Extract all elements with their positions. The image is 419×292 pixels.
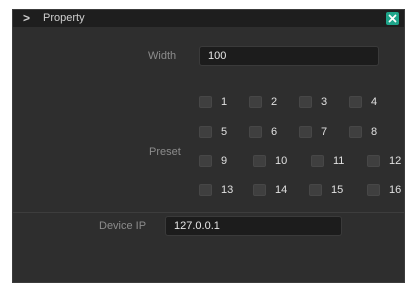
preset-checkbox[interactable] — [367, 155, 380, 167]
preset-checkbox[interactable] — [199, 155, 212, 167]
separator — [13, 212, 404, 213]
width-input[interactable]: 100 — [199, 46, 379, 66]
preset-option-5[interactable]: 5 — [199, 125, 227, 139]
property-panel: > Property Width 100 Preset 1 2 3 4 5 6 7 8 9 10 1… — [12, 9, 405, 283]
preset-option-label: 3 — [321, 96, 328, 108]
preset-checkbox[interactable] — [253, 155, 266, 167]
preset-option-label: 10 — [275, 155, 288, 167]
preset-checkbox[interactable] — [199, 184, 212, 196]
preset-option-label: 9 — [221, 155, 228, 167]
preset-option-4[interactable]: 4 — [349, 95, 377, 109]
preset-option-15[interactable]: 15 — [309, 183, 343, 197]
preset-option-label: 1 — [221, 96, 228, 108]
preset-checkbox[interactable] — [299, 126, 312, 138]
preset-checkbox[interactable] — [311, 155, 324, 167]
preset-checkbox[interactable] — [349, 96, 362, 108]
preset-checkbox[interactable] — [199, 96, 212, 108]
preset-option-8[interactable]: 8 — [349, 125, 377, 139]
preset-checkbox[interactable] — [299, 96, 312, 108]
preset-option-12[interactable]: 12 — [367, 154, 401, 168]
preset-checkbox[interactable] — [309, 184, 322, 196]
width-label: Width — [148, 50, 177, 62]
preset-option-label: 14 — [275, 184, 288, 196]
device-ip-input[interactable]: 127.0.0.1 — [165, 216, 342, 236]
preset-option-2[interactable]: 2 — [249, 95, 277, 109]
preset-option-10[interactable]: 10 — [253, 154, 287, 168]
preset-option-label: 2 — [271, 96, 278, 108]
preset-option-16[interactable]: 16 — [367, 183, 401, 197]
preset-option-6[interactable]: 6 — [249, 125, 277, 139]
preset-option-label: 11 — [333, 155, 345, 167]
close-button[interactable] — [386, 12, 399, 25]
preset-checkbox[interactable] — [249, 126, 262, 138]
preset-option-label: 7 — [321, 126, 328, 138]
preset-option-11[interactable]: 11 — [311, 154, 344, 168]
panel-title: Property — [43, 12, 85, 24]
preset-option-3[interactable]: 3 — [299, 95, 327, 109]
preset-checkbox[interactable] — [367, 184, 380, 196]
panel-titlebar: > Property — [13, 10, 404, 27]
preset-checkbox[interactable] — [199, 126, 212, 138]
preset-option-label: 8 — [371, 126, 378, 138]
device-ip-label: Device IP — [99, 220, 147, 232]
close-x-icon — [388, 14, 397, 23]
preset-option-label: 16 — [389, 184, 402, 196]
preset-checkbox[interactable] — [349, 126, 362, 138]
preset-option-label: 5 — [221, 126, 228, 138]
chevron-right-icon[interactable]: > — [23, 11, 35, 26]
preset-option-14[interactable]: 14 — [253, 183, 287, 197]
preset-option-label: 12 — [389, 155, 402, 167]
preset-option-label: 6 — [271, 126, 278, 138]
preset-checkbox[interactable] — [249, 96, 262, 108]
preset-label: Preset — [149, 146, 181, 158]
preset-option-label: 15 — [331, 184, 344, 196]
preset-option-1[interactable]: 1 — [199, 95, 227, 109]
preset-option-label: 13 — [221, 184, 234, 196]
preset-option-7[interactable]: 7 — [299, 125, 327, 139]
preset-option-label: 4 — [371, 96, 378, 108]
preset-option-9[interactable]: 9 — [199, 154, 227, 168]
preset-option-13[interactable]: 13 — [199, 183, 233, 197]
preset-checkbox[interactable] — [253, 184, 266, 196]
